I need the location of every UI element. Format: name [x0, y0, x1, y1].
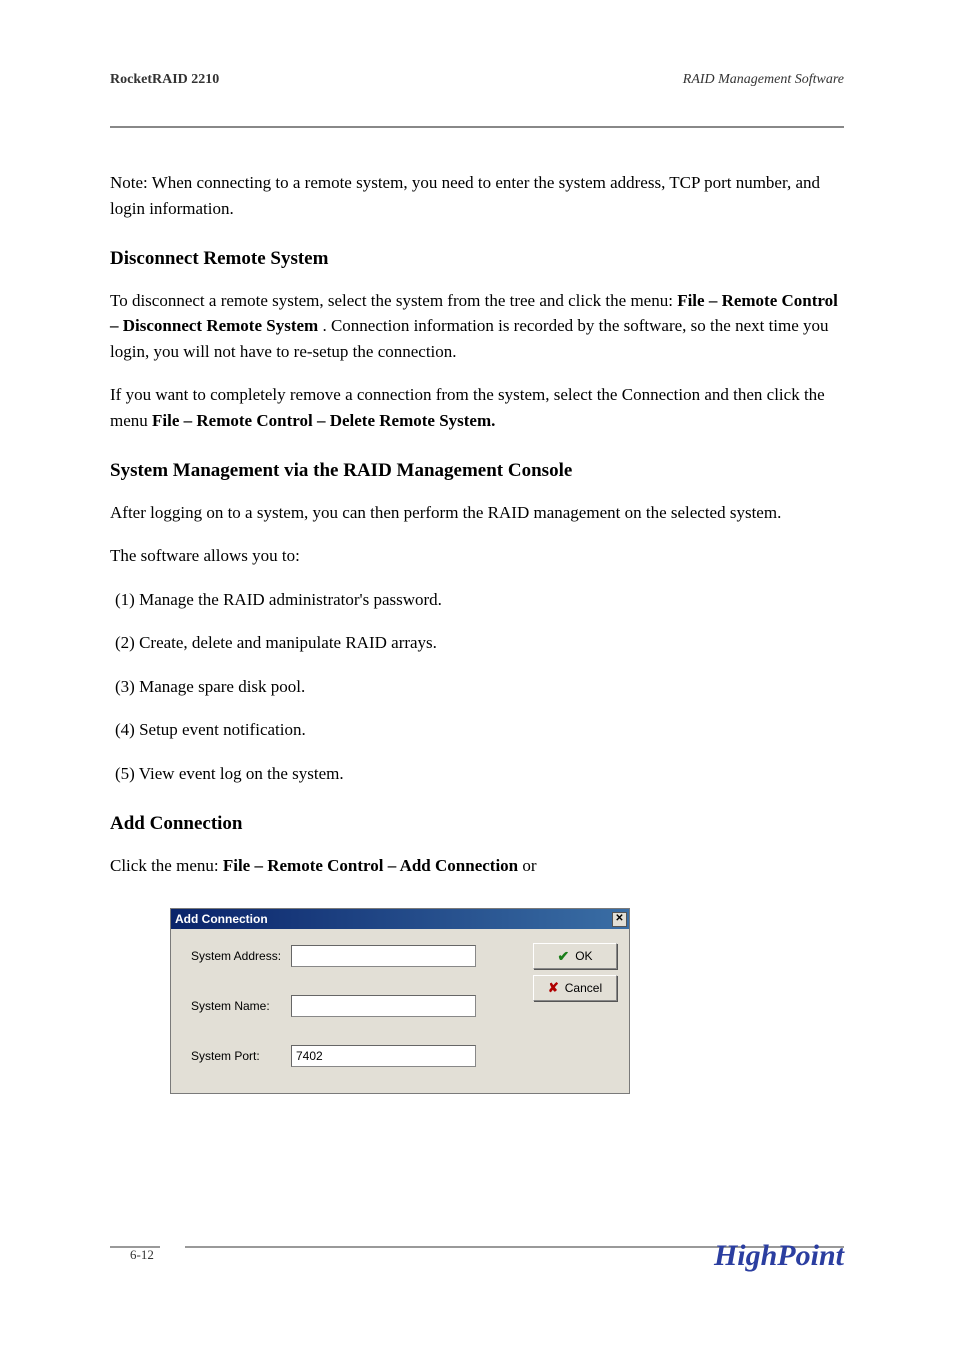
paragraph: Click the menu: File – Remote Control – … [110, 853, 844, 879]
note-paragraph: Note: When connecting to a remote system… [110, 170, 844, 221]
list-item: (3) Manage spare disk pool. [115, 674, 844, 700]
page-number: 6-12 [130, 1247, 154, 1263]
add-connection-dialog: Add Connection ✕ ✔ OK ✘ Cancel [170, 908, 630, 1094]
system-address-input[interactable] [291, 945, 476, 967]
section-heading-disconnect: Disconnect Remote System [110, 245, 844, 274]
dialog-titlebar: Add Connection ✕ [171, 909, 629, 929]
section-heading-system-management: System Management via the RAID Managemen… [110, 457, 844, 486]
menu-path: File – Remote Control – Add Connection [223, 856, 523, 875]
ok-button-label: OK [575, 947, 592, 965]
page-header: RocketRAID 2210 RAID Management Software [110, 72, 844, 88]
list-item: (4) Setup event notification. [115, 717, 844, 743]
page-content: Note: When connecting to a remote system… [110, 170, 844, 1094]
header-divider [110, 126, 844, 128]
system-address-label: System Address: [191, 947, 291, 965]
paragraph: If you want to completely remove a conne… [110, 382, 844, 433]
cancel-button-label: Cancel [565, 979, 602, 997]
dialog-screenshot: Add Connection ✕ ✔ OK ✘ Cancel [110, 908, 844, 1094]
system-name-input[interactable] [291, 995, 476, 1017]
list-intro: The software allows you to: [110, 543, 844, 569]
paragraph: To disconnect a remote system, select th… [110, 288, 844, 365]
check-icon: ✔ [557, 946, 569, 967]
close-button[interactable]: ✕ [612, 912, 627, 927]
button-column: ✔ OK ✘ Cancel [533, 943, 617, 1001]
list-item: (5) View event log on the system. [115, 761, 844, 787]
body-text: Click the menu: [110, 856, 223, 875]
system-name-label: System Name: [191, 997, 291, 1015]
system-port-label: System Port: [191, 1047, 291, 1065]
x-icon: ✘ [548, 978, 559, 998]
body-text: Note: When connecting to a remote system… [110, 173, 820, 218]
cancel-button[interactable]: ✘ Cancel [533, 975, 617, 1001]
brand-logo: HighPoint [714, 1239, 844, 1273]
ok-button[interactable]: ✔ OK [533, 943, 617, 969]
close-icon: ✕ [615, 914, 623, 924]
body-text: To disconnect a remote system, select th… [110, 291, 677, 310]
section-heading-add-connection: Add Connection [110, 810, 844, 839]
system-port-input[interactable] [291, 1045, 476, 1067]
body-text: or [522, 856, 536, 875]
dialog-body: ✔ OK ✘ Cancel System Address: System Nam… [171, 929, 629, 1093]
form-row-port: System Port: [191, 1045, 617, 1067]
paragraph: After logging on to a system, you can th… [110, 500, 844, 526]
list-item: (2) Create, delete and manipulate RAID a… [115, 630, 844, 656]
menu-path: File – Remote Control – Delete Remote Sy… [152, 411, 495, 430]
header-product: RocketRAID 2210 [110, 72, 219, 88]
header-section: RAID Management Software [683, 72, 844, 88]
dialog-title: Add Connection [175, 910, 268, 928]
list-item: (1) Manage the RAID administrator's pass… [115, 587, 844, 613]
